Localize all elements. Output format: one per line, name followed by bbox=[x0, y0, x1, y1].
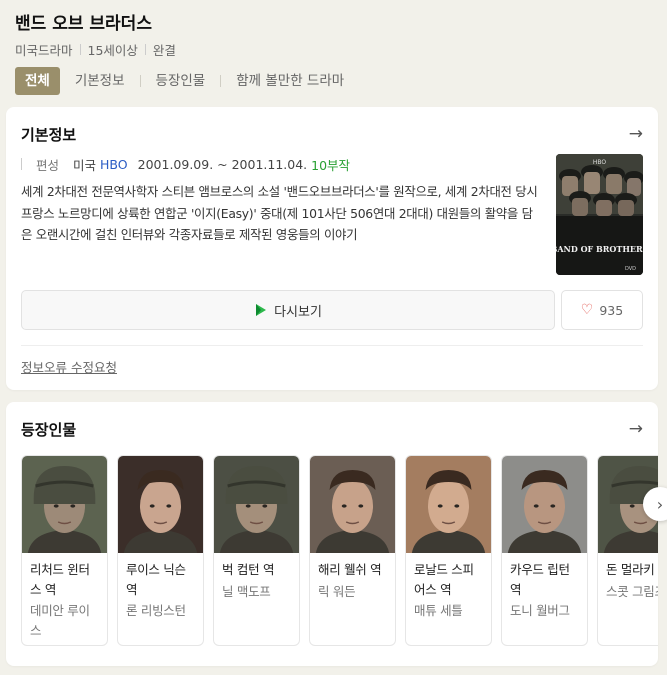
cast-actor-name: 닐 맥도프 bbox=[222, 583, 271, 599]
cast-photo bbox=[502, 456, 587, 553]
schedule-line: 편성 미국 HBO 2001.09.09. ~ 2001.11.04. 10부작 bbox=[21, 155, 350, 173]
episode-count: 10부작 bbox=[311, 157, 351, 173]
cast-photo bbox=[406, 456, 491, 553]
country: 미국 bbox=[73, 157, 97, 173]
cast-role: 루이스 닉슨 역 bbox=[126, 562, 186, 597]
basic-info-card: 기본정보 → 편성 미국 HBO 2001.09.09. ~ 2001.11.0… bbox=[6, 107, 658, 390]
cast-member-card[interactable]: 리처드 윈터스 역데미안 루이스 bbox=[21, 455, 108, 646]
page-header: 밴드 오브 브라더스 미국드라마 15세이상 완결 bbox=[15, 12, 655, 58]
air-period: 2001.09.09. ~ 2001.11.04. bbox=[137, 156, 308, 172]
broadcast-status: 완결 bbox=[152, 42, 176, 58]
arrow-right-icon[interactable]: → bbox=[629, 125, 643, 143]
cast-role: 로날드 스피어스 역 bbox=[414, 562, 474, 597]
tab-basic-info[interactable]: 기본정보 bbox=[65, 67, 135, 95]
basic-info-header: 기본정보 → bbox=[21, 123, 643, 145]
cast-actor-name: 매튜 세틀 bbox=[414, 603, 463, 618]
play-icon bbox=[254, 303, 268, 317]
cast-member-card[interactable]: 해리 웰쉬 역릭 워든 bbox=[309, 455, 396, 646]
cast-photo bbox=[22, 456, 107, 553]
cast-member-card[interactable]: 벅 컴턴 역닐 맥도프 bbox=[213, 455, 300, 646]
cast-actor-name: 데미안 루이스 bbox=[30, 603, 90, 638]
synopsis: 세계 2차대전 전문역사학자 스티븐 앰브로스의 소설 '밴드오브브라더스'를 … bbox=[21, 184, 538, 242]
cast-member-card[interactable]: 카우드 립턴 역도니 월버그 bbox=[501, 455, 588, 646]
meta-divider bbox=[144, 43, 146, 55]
heart-icon: ♡ bbox=[580, 302, 594, 318]
cast-list: 리처드 윈터스 역 데미안 루이스 루이스 닉슨 역론 리빙스턴 벅 컴턴 역닐 맥도… bbox=[21, 455, 658, 648]
tab-bar: 전체 기본정보 등장인물 함께 볼만한 드라마 bbox=[15, 67, 354, 95]
arrow-right-icon[interactable]: → bbox=[629, 420, 643, 438]
drama-meta: 미국드라마 15세이상 완결 bbox=[15, 40, 655, 58]
page-title: 밴드 오브 브라더스 bbox=[15, 14, 152, 34]
cast-header: 등장인물 → bbox=[21, 418, 643, 440]
meta-divider bbox=[79, 43, 81, 55]
like-button[interactable]: ♡ 935 bbox=[561, 290, 643, 330]
tab-all[interactable]: 전체 bbox=[15, 67, 60, 95]
cast-actor-name: 릭 워든 bbox=[318, 583, 356, 599]
info-divider bbox=[21, 158, 22, 170]
watch-again-button[interactable]: 다시보기 bbox=[21, 290, 555, 330]
tab-similar-dramas[interactable]: 함께 볼만한 드라마 bbox=[226, 67, 354, 95]
basic-info-title: 기본정보 bbox=[21, 125, 77, 144]
cast-role: 해리 웰쉬 역 bbox=[318, 562, 382, 577]
cast-photo bbox=[118, 456, 203, 553]
poster-title-text: BAND OF BROTHERS bbox=[556, 244, 643, 254]
age-rating: 15세이상 bbox=[87, 42, 138, 58]
poster-dvd-text: DVD bbox=[625, 266, 636, 272]
like-count: 935 bbox=[599, 302, 624, 318]
network-link[interactable]: HBO bbox=[100, 157, 128, 172]
cast-card-section: 등장인물 → 리처드 윈터스 역 데미안 루이스 루이스 닉슨 역론 리빙스턴 벅 컴… bbox=[6, 402, 658, 666]
tab-divider bbox=[220, 75, 222, 87]
card-divider bbox=[21, 345, 643, 346]
cast-member-card[interactable]: 로날드 스피어스 역매튜 세틀 bbox=[405, 455, 492, 646]
genre-label: 미국드라마 bbox=[15, 42, 73, 58]
tab-divider bbox=[139, 75, 141, 87]
cast-member-card[interactable]: 루이스 닉슨 역론 리빙스턴 bbox=[117, 455, 204, 646]
cast-actor-name: 론 리빙스턴 bbox=[126, 603, 186, 618]
schedule-label: 편성 bbox=[36, 157, 60, 173]
cast-role: 벅 컴턴 역 bbox=[222, 562, 275, 577]
cast-role: 리처드 윈터스 역 bbox=[30, 562, 90, 597]
watch-again-label: 다시보기 bbox=[274, 304, 322, 320]
poster-image[interactable]: HBO BAND OF BROTHERS DVD bbox=[556, 154, 643, 275]
cast-title: 등장인물 bbox=[21, 420, 77, 439]
tab-cast[interactable]: 등장인물 bbox=[146, 67, 216, 95]
cast-role: 돈 멀라키 역 bbox=[606, 562, 658, 577]
cast-actor-name: 스콧 그림즈 bbox=[606, 583, 658, 599]
poster-hbo-text: HBO bbox=[593, 159, 607, 166]
cast-actor-name: 도니 월버그 bbox=[510, 603, 570, 618]
cast-member-card[interactable]: 돈 멀라키 역스콧 그림즈 bbox=[597, 455, 658, 646]
cast-photo bbox=[310, 456, 395, 553]
report-error-link[interactable]: 정보오류 수정요청 bbox=[21, 357, 117, 376]
cast-role: 카우드 립턴 역 bbox=[510, 562, 570, 597]
cast-photo bbox=[214, 456, 299, 553]
